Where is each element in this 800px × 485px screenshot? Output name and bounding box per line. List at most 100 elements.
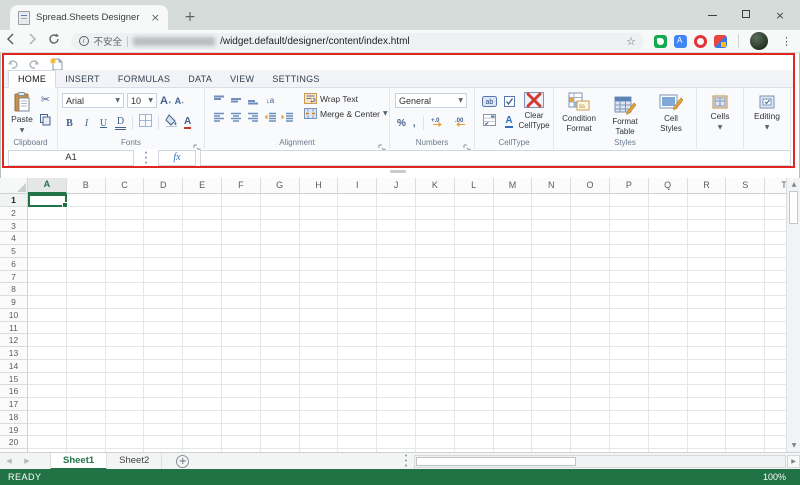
cell-R1[interactable] — [688, 194, 727, 207]
cell-H12[interactable] — [300, 334, 339, 347]
cell-H1[interactable] — [300, 194, 339, 207]
row-header-7[interactable]: 7 — [0, 271, 28, 284]
scroll-right-icon[interactable]: ▶ — [787, 455, 800, 468]
minimize-button[interactable] — [706, 9, 718, 21]
cell-R18[interactable] — [688, 411, 727, 424]
cell-I11[interactable] — [338, 322, 377, 335]
cell-T10[interactable] — [765, 309, 786, 322]
back-icon[interactable] — [0, 32, 22, 50]
undo-icon[interactable] — [6, 57, 20, 70]
cell-F3[interactable] — [222, 220, 261, 233]
new-tab-button[interactable]: + — [180, 7, 200, 27]
column-header-D[interactable]: D — [144, 178, 183, 194]
cell-H8[interactable] — [300, 283, 339, 296]
column-header-N[interactable]: N — [532, 178, 571, 194]
scroll-up-icon[interactable]: ▲ — [787, 178, 800, 191]
cell-D3[interactable] — [144, 220, 183, 233]
cell-E14[interactable] — [183, 360, 222, 373]
column-header-A[interactable]: A — [28, 178, 67, 194]
chrome-menu-icon[interactable]: ⋮ — [781, 35, 792, 48]
cell-E20[interactable] — [183, 436, 222, 449]
cell-S3[interactable] — [726, 220, 765, 233]
column-header-P[interactable]: P — [610, 178, 649, 194]
cell-O17[interactable] — [571, 398, 610, 411]
column-header-J[interactable]: J — [377, 178, 416, 194]
cell-H19[interactable] — [300, 424, 339, 437]
cell-C14[interactable] — [106, 360, 145, 373]
cell-F10[interactable] — [222, 309, 261, 322]
cell-N16[interactable] — [532, 385, 571, 398]
cell-R10[interactable] — [688, 309, 727, 322]
cell-P11[interactable] — [610, 322, 649, 335]
cell-F12[interactable] — [222, 334, 261, 347]
column-header-T[interactable]: T — [765, 178, 786, 194]
cell-K8[interactable] — [416, 283, 455, 296]
cell-Q8[interactable] — [649, 283, 688, 296]
cell-F5[interactable] — [222, 245, 261, 258]
align-right-icon[interactable] — [247, 109, 259, 127]
row-header-4[interactable]: 4 — [0, 232, 28, 245]
paste-button[interactable]: Paste ▼ — [8, 92, 36, 134]
cell-H18[interactable] — [300, 411, 339, 424]
cell-S1[interactable] — [726, 194, 765, 207]
cell-L5[interactable] — [455, 245, 494, 258]
column-header-Q[interactable]: Q — [649, 178, 688, 194]
cell-N5[interactable] — [532, 245, 571, 258]
cell-S8[interactable] — [726, 283, 765, 296]
cell-M4[interactable] — [494, 232, 533, 245]
row-header-17[interactable]: 17 — [0, 398, 28, 411]
cell-I8[interactable] — [338, 283, 377, 296]
cell-T18[interactable] — [765, 411, 786, 424]
cell-I16[interactable] — [338, 385, 377, 398]
cell-B3[interactable] — [67, 220, 106, 233]
cell-B19[interactable] — [67, 424, 106, 437]
row-header-6[interactable]: 6 — [0, 258, 28, 271]
cell-N13[interactable] — [532, 347, 571, 360]
alignment-dialog-launcher-icon[interactable] — [378, 139, 386, 147]
cell-S17[interactable] — [726, 398, 765, 411]
cell-O18[interactable] — [571, 411, 610, 424]
cell-D10[interactable] — [144, 309, 183, 322]
reload-icon[interactable] — [43, 32, 65, 50]
align-top-icon[interactable] — [213, 92, 225, 110]
cell-A7[interactable] — [28, 271, 67, 284]
cell-A1[interactable] — [28, 194, 67, 207]
cell-K6[interactable] — [416, 258, 455, 271]
combo-celltype-icon[interactable] — [483, 113, 496, 131]
cell-L2[interactable] — [455, 207, 494, 220]
cell-K14[interactable] — [416, 360, 455, 373]
cell-T4[interactable] — [765, 232, 786, 245]
cell-O13[interactable] — [571, 347, 610, 360]
editing-group[interactable]: Editing ▼ — [744, 88, 791, 149]
double-underline-button[interactable]: D — [115, 116, 126, 130]
row-header-2[interactable]: 2 — [0, 207, 28, 220]
cell-M18[interactable] — [494, 411, 533, 424]
cell-F20[interactable] — [222, 436, 261, 449]
borders-button[interactable] — [139, 114, 152, 132]
cell-L14[interactable] — [455, 360, 494, 373]
cell-C2[interactable] — [106, 207, 145, 220]
cell-J2[interactable] — [377, 207, 416, 220]
cell-A11[interactable] — [28, 322, 67, 335]
cell-Q15[interactable] — [649, 373, 688, 386]
cell-H13[interactable] — [300, 347, 339, 360]
fx-icon[interactable]: fx — [158, 150, 196, 166]
cell-P14[interactable] — [610, 360, 649, 373]
hyperlink-celltype-icon[interactable]: A — [505, 116, 512, 128]
cell-A10[interactable] — [28, 309, 67, 322]
add-sheet-button[interactable]: + — [176, 455, 189, 468]
cell-L4[interactable] — [455, 232, 494, 245]
cell-G5[interactable] — [261, 245, 300, 258]
cell-I12[interactable] — [338, 334, 377, 347]
cut-icon[interactable]: ✂ — [41, 93, 50, 106]
cell-Q14[interactable] — [649, 360, 688, 373]
cell-G11[interactable] — [261, 322, 300, 335]
cell-M9[interactable] — [494, 296, 533, 309]
profile-avatar[interactable] — [750, 32, 768, 50]
cell-G4[interactable] — [261, 232, 300, 245]
cell-D15[interactable] — [144, 373, 183, 386]
cell-M1[interactable] — [494, 194, 533, 207]
ribbon-tab-settings[interactable]: SETTINGS — [263, 71, 328, 87]
cell-H16[interactable] — [300, 385, 339, 398]
cell-L7[interactable] — [455, 271, 494, 284]
